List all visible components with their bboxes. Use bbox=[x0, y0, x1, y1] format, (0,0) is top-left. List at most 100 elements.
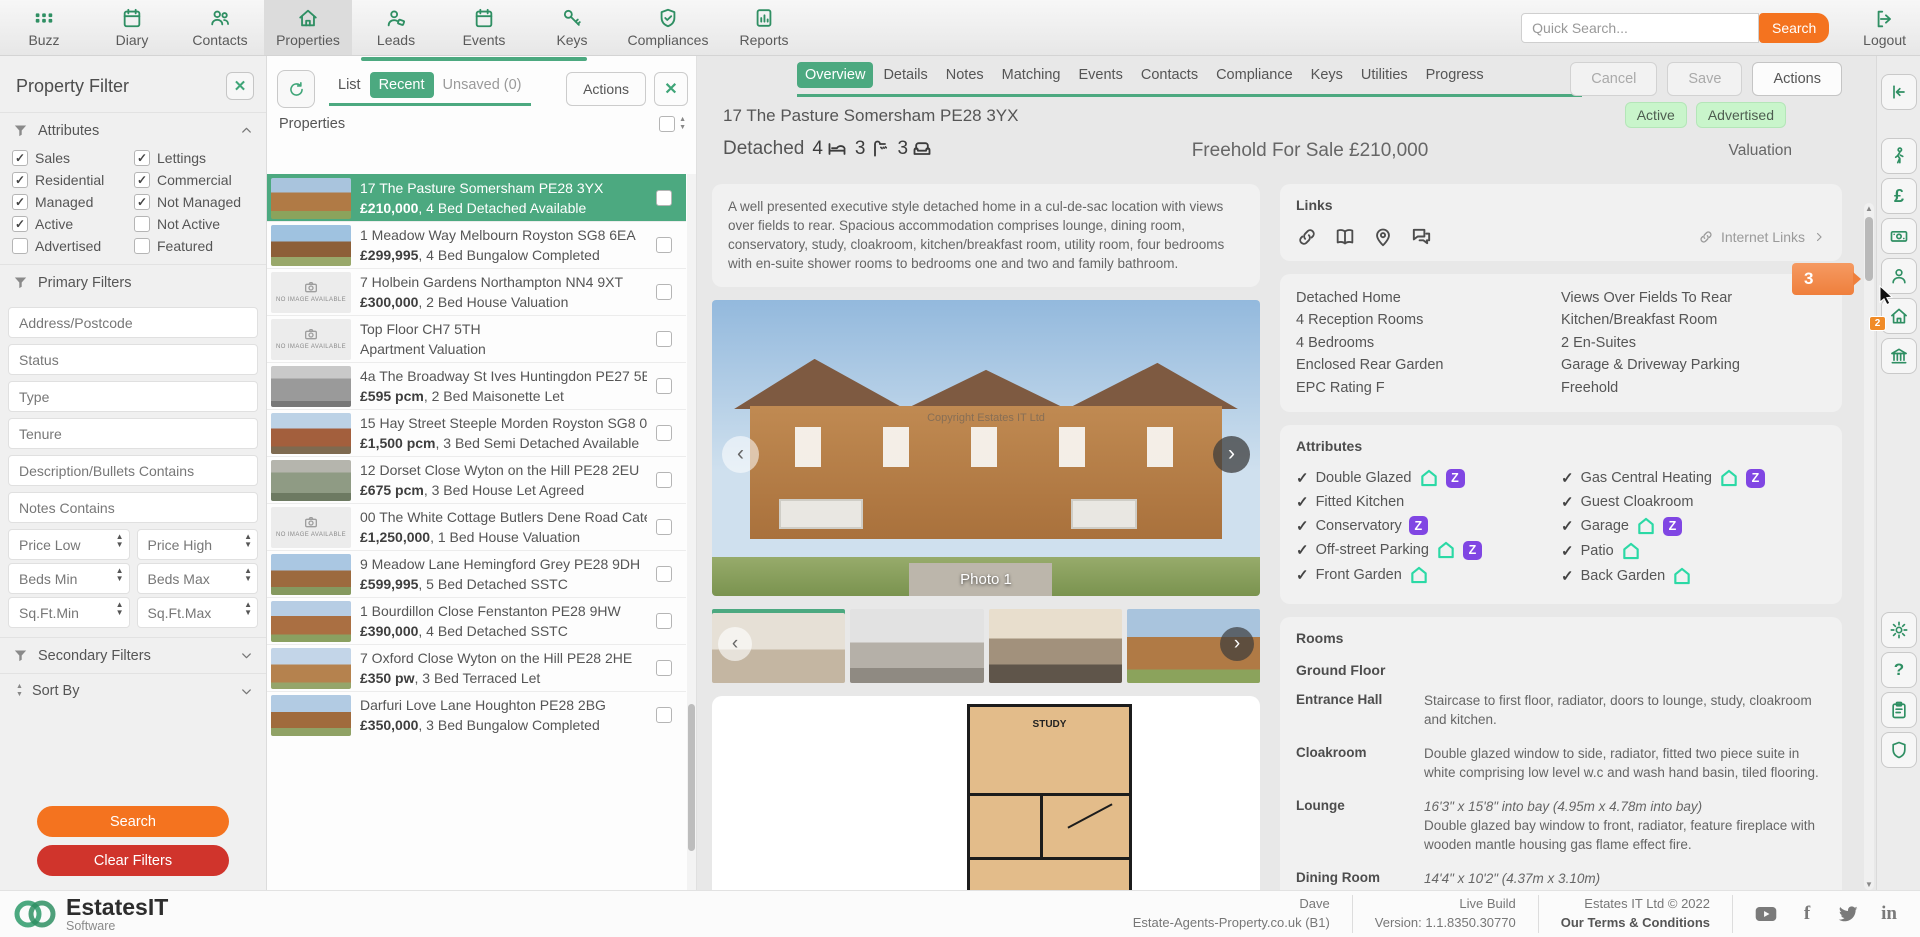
nav-reports[interactable]: Reports bbox=[720, 0, 808, 55]
list-scroll-arrows[interactable]: ▲▼ bbox=[679, 116, 686, 131]
price-low-stepper[interactable]: ▲▼ bbox=[8, 529, 130, 560]
refresh-list-button[interactable] bbox=[277, 70, 315, 108]
save-button[interactable]: Save bbox=[1667, 62, 1742, 96]
row-checkbox[interactable] bbox=[656, 660, 672, 676]
beds-min-stepper[interactable]: ▲▼ bbox=[8, 563, 130, 594]
nav-events[interactable]: Events bbox=[440, 0, 528, 55]
tab-matching[interactable]: Matching bbox=[994, 62, 1069, 88]
checkbox-featured[interactable]: Featured bbox=[134, 238, 256, 254]
description-bullets-field[interactable] bbox=[8, 455, 258, 486]
tab-utilities[interactable]: Utilities bbox=[1353, 62, 1416, 88]
status-field[interactable] bbox=[8, 344, 258, 375]
property-row[interactable]: 12 Dorset Close Wyton on the Hill PE28 2… bbox=[267, 456, 686, 503]
map-pin-icon[interactable] bbox=[1372, 226, 1394, 248]
detail-scrollbar[interactable]: ▲ ▼ bbox=[1864, 203, 1874, 890]
property-row[interactable]: 4a The Broadway St Ives Huntingdon PE27 … bbox=[267, 362, 686, 409]
chat-icon[interactable] bbox=[1410, 225, 1433, 248]
tab-overview[interactable]: Overview bbox=[797, 62, 873, 88]
row-checkbox[interactable] bbox=[656, 519, 672, 535]
linkedin-icon[interactable]: in bbox=[1876, 901, 1902, 927]
row-checkbox[interactable] bbox=[656, 425, 672, 441]
close-list-button[interactable]: ✕ bbox=[654, 72, 688, 106]
stepper-arrows[interactable]: ▲▼ bbox=[116, 533, 124, 549]
type-field[interactable] bbox=[8, 381, 258, 412]
thumbs-next-button[interactable]: › bbox=[1220, 627, 1254, 661]
photo-thumbnail-3[interactable] bbox=[989, 609, 1122, 683]
property-row[interactable]: NO IMAGE AVAILABLE 7 Holbein Gardens Nor… bbox=[267, 268, 686, 315]
nav-contacts[interactable]: Contacts bbox=[176, 0, 264, 55]
address-postcode-field[interactable] bbox=[8, 307, 258, 338]
youtube-icon[interactable] bbox=[1753, 901, 1779, 927]
checkbox-not-managed[interactable]: Not Managed bbox=[134, 194, 256, 210]
checkbox-sales[interactable]: Sales bbox=[12, 150, 134, 166]
sqft-max-input[interactable] bbox=[137, 597, 259, 628]
row-checkbox[interactable] bbox=[656, 190, 672, 206]
nav-buzz[interactable]: Buzz bbox=[0, 0, 88, 55]
tab-details[interactable]: Details bbox=[875, 62, 935, 88]
photo-thumbnail-2[interactable] bbox=[850, 609, 983, 683]
list-actions-button[interactable]: Actions bbox=[566, 72, 646, 106]
beds-max-stepper[interactable]: ▲▼ bbox=[137, 563, 259, 594]
twitter-icon[interactable] bbox=[1835, 901, 1861, 927]
cancel-button[interactable]: Cancel bbox=[1570, 62, 1657, 96]
list-scrollbar[interactable] bbox=[687, 174, 696, 890]
checkbox-lettings[interactable]: Lettings bbox=[134, 150, 256, 166]
beds-max-input[interactable] bbox=[137, 563, 259, 594]
list-scrollbar-thumb[interactable] bbox=[688, 704, 695, 851]
sort-by-header[interactable]: ▲▼ Sort By bbox=[0, 673, 266, 708]
detail-actions-button[interactable]: Actions bbox=[1752, 62, 1842, 96]
detail-scrollbar-thumb[interactable] bbox=[1865, 217, 1873, 281]
row-checkbox[interactable] bbox=[656, 472, 672, 488]
photo-prev-button[interactable]: ‹ bbox=[722, 436, 759, 473]
stepper-arrows[interactable]: ▲▼ bbox=[116, 601, 124, 617]
price-high-stepper[interactable]: ▲▼ bbox=[137, 529, 259, 560]
stepper-arrows[interactable]: ▲▼ bbox=[244, 601, 252, 617]
quick-search-button[interactable]: Search bbox=[1759, 13, 1829, 43]
checkbox-active[interactable]: Active bbox=[12, 216, 134, 232]
quick-search-input[interactable] bbox=[1521, 13, 1759, 43]
property-row[interactable]: NO IMAGE AVAILABLE 00 The White Cottage … bbox=[267, 503, 686, 550]
row-checkbox[interactable] bbox=[656, 331, 672, 347]
payments-button[interactable] bbox=[1881, 218, 1917, 254]
tab-contacts[interactable]: Contacts bbox=[1133, 62, 1206, 88]
close-filter-button[interactable]: ✕ bbox=[226, 72, 254, 100]
settings-button[interactable] bbox=[1881, 612, 1917, 648]
nav-compliances[interactable]: Compliances bbox=[616, 0, 720, 55]
tab-compliance[interactable]: Compliance bbox=[1208, 62, 1301, 88]
photo-next-button[interactable]: › bbox=[1213, 436, 1250, 473]
property-row[interactable]: Darfuri Love Lane Houghton PE28 2BG£350,… bbox=[267, 691, 686, 738]
logout-button[interactable]: Logout bbox=[1863, 8, 1906, 48]
property-row[interactable]: 9 Meadow Lane Hemingford Grey PE28 9DH£5… bbox=[267, 550, 686, 597]
stepper-arrows[interactable]: ▲▼ bbox=[116, 567, 124, 583]
row-checkbox[interactable] bbox=[656, 378, 672, 394]
tab-progress[interactable]: Progress bbox=[1418, 62, 1492, 88]
checkbox-not-active[interactable]: Not Active bbox=[134, 216, 256, 232]
compliance-side-button[interactable] bbox=[1881, 338, 1917, 374]
nav-diary[interactable]: Diary bbox=[88, 0, 176, 55]
sqft-max-stepper[interactable]: ▲▼ bbox=[137, 597, 259, 628]
checkbox-commercial[interactable]: Commercial bbox=[134, 172, 256, 188]
brochure-book-icon[interactable] bbox=[1334, 226, 1356, 248]
tenure-field[interactable] bbox=[8, 418, 258, 449]
security-button[interactable] bbox=[1881, 732, 1917, 768]
checkbox-residential[interactable]: Residential bbox=[12, 172, 134, 188]
nav-leads[interactable]: Leads bbox=[352, 0, 440, 55]
row-checkbox[interactable] bbox=[656, 237, 672, 253]
tab-unsaved[interactable]: Unsaved (0) bbox=[434, 72, 531, 98]
property-row[interactable]: 7 Oxford Close Wyton on the Hill PE28 2H… bbox=[267, 644, 686, 691]
row-checkbox[interactable] bbox=[656, 284, 672, 300]
row-checkbox[interactable] bbox=[656, 613, 672, 629]
tab-list[interactable]: List bbox=[329, 72, 370, 98]
stepper-arrows[interactable]: ▲▼ bbox=[244, 533, 252, 549]
price-high-input[interactable] bbox=[137, 529, 259, 560]
select-all-checkbox[interactable] bbox=[659, 116, 675, 132]
notes-side-button[interactable] bbox=[1881, 692, 1917, 728]
tab-keys[interactable]: Keys bbox=[1303, 62, 1351, 88]
property-row[interactable]: 15 Hay Street Steeple Morden Royston SG8… bbox=[267, 409, 686, 456]
scroll-down-arrow[interactable]: ▼ bbox=[1864, 880, 1874, 889]
facebook-icon[interactable]: f bbox=[1794, 901, 1820, 927]
footer-terms-link[interactable]: Our Terms & Conditions bbox=[1561, 915, 1710, 930]
clear-filters-button[interactable]: Clear Filters bbox=[37, 845, 229, 876]
sqft-min-stepper[interactable]: ▲▼ bbox=[8, 597, 130, 628]
nav-properties[interactable]: Properties bbox=[264, 0, 352, 55]
